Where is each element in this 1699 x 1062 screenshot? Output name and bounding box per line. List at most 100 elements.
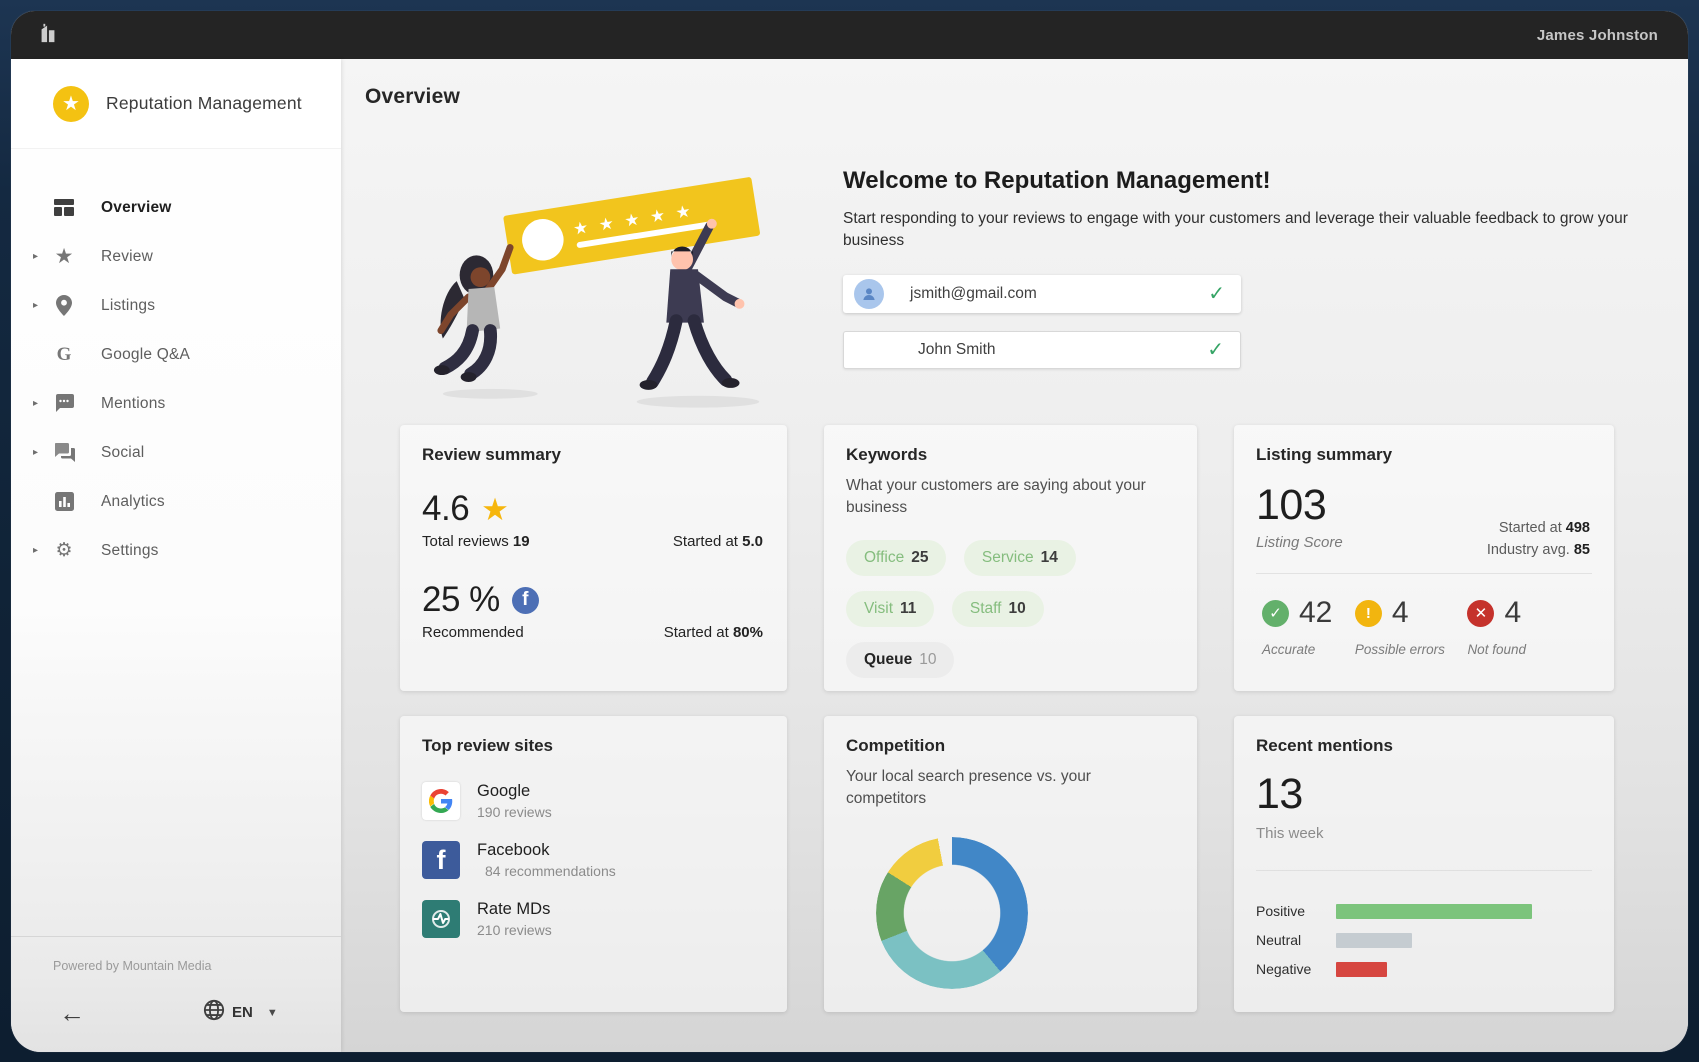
- card-title: Keywords: [846, 445, 1175, 465]
- sidebar-item-review[interactable]: ▸ ★ Review: [11, 232, 341, 281]
- language-selector[interactable]: EN ▼: [203, 999, 278, 1026]
- site-row-google[interactable]: Google 190 reviews: [422, 782, 765, 820]
- topbar: James Johnston: [11, 11, 1688, 59]
- back-button[interactable]: ←: [59, 1000, 85, 1026]
- email-value: jsmith@gmail.com: [910, 285, 1037, 303]
- rating-started-at: Started at 5.0: [673, 533, 763, 550]
- globe-icon: [203, 999, 225, 1026]
- star-icon: ★: [481, 494, 509, 525]
- sidebar-item-label: Listings: [101, 297, 155, 315]
- email-row[interactable]: jsmith@gmail.com ✓: [843, 275, 1241, 313]
- name-row[interactable]: John Smith ✓: [843, 331, 1241, 369]
- expand-caret: ▸: [33, 251, 51, 262]
- app-window: James Johnston ★ Reputation Management ▸…: [11, 11, 1688, 1052]
- sidebar-item-google-qa[interactable]: ▸ G Google Q&A: [11, 330, 341, 379]
- site-row-ratemds[interactable]: Rate MDs 210 reviews: [422, 900, 765, 938]
- card-title: Competition: [846, 736, 1175, 756]
- sidebar-item-analytics[interactable]: ▸ Analytics: [11, 477, 341, 526]
- sentiment-bar-positive: Positive: [1256, 903, 1532, 919]
- keyword-chip[interactable]: Queue10: [846, 642, 954, 678]
- mentions-count: 13: [1256, 770, 1592, 819]
- sidebar-item-overview[interactable]: ▸ Overview: [11, 183, 341, 232]
- listing-summary-card: Listing summary 103 Listing Score Starte…: [1234, 425, 1614, 691]
- sidebar-item-label: Google Q&A: [101, 346, 190, 364]
- dashboard-icon: [51, 199, 77, 216]
- sidebar-item-label: Social: [101, 444, 144, 462]
- page-title: Overview: [365, 85, 460, 109]
- check-icon: ✓: [1208, 281, 1225, 306]
- sidebar-item-settings[interactable]: ▸ ⚙ Settings: [11, 526, 341, 575]
- card-title: Review summary: [422, 445, 765, 465]
- facebook-icon: f: [512, 587, 539, 614]
- review-summary-card: Review summary 4.6 ★ Total reviews 19 St…: [400, 425, 787, 691]
- user-menu[interactable]: James Johnston: [1537, 27, 1658, 44]
- expand-caret: ▸: [33, 398, 51, 409]
- pin-icon: [51, 295, 77, 316]
- bar-chart-icon: [51, 492, 77, 511]
- card-title: Top review sites: [422, 736, 765, 756]
- divider: [1256, 870, 1592, 871]
- main-content: Overview ★★★★★: [341, 59, 1688, 1052]
- welcome-subtitle: Start responding to your reviews to enga…: [843, 208, 1633, 253]
- top-review-sites-card: Top review sites Google 190 reviews: [400, 716, 787, 1012]
- stat-accurate: ✓42 Accurate: [1262, 596, 1332, 657]
- sidebar-item-label: Settings: [101, 542, 159, 560]
- facebook-icon: f: [422, 841, 460, 879]
- powered-by: Powered by Mountain Media: [11, 959, 341, 973]
- sidebar-footer: Powered by Mountain Media ← EN ▼: [11, 936, 341, 1052]
- page-header: Overview: [341, 59, 1688, 135]
- expand-caret: ▸: [33, 545, 51, 556]
- competition-subtitle: Your local search presence vs. your comp…: [846, 766, 1175, 809]
- cards-grid: Review summary 4.6 ★ Total reviews 19 St…: [400, 425, 1628, 1012]
- check-icon: ✓: [1207, 337, 1224, 362]
- chevron-down-icon: ▼: [267, 1007, 278, 1019]
- competition-donut-chart: [876, 837, 1028, 989]
- competition-card: Competition Your local search presence v…: [824, 716, 1197, 1012]
- recommended-started-at: Started at 80%: [664, 624, 763, 641]
- site-row-facebook[interactable]: f Facebook 84 recommendations: [422, 841, 765, 879]
- keyword-chip[interactable]: Staff10: [952, 591, 1044, 627]
- exclamation-circle-icon: !: [1355, 600, 1382, 627]
- total-reviews: Total reviews 19: [422, 533, 530, 550]
- sidebar-item-label: Review: [101, 248, 153, 266]
- sidebar-nav: ▸ Overview ▸ ★ Review ▸ Listings: [11, 149, 341, 575]
- building-icon: [37, 22, 59, 49]
- brand: ★ Reputation Management: [11, 59, 341, 149]
- sidebar: ★ Reputation Management ▸ Overview ▸ ★ R…: [11, 59, 341, 1052]
- sidebar-item-label: Analytics: [101, 493, 165, 511]
- sidebar-item-listings[interactable]: ▸ Listings: [11, 281, 341, 330]
- keyword-chip[interactable]: Office25: [846, 540, 946, 576]
- star-icon: ★: [51, 244, 77, 269]
- keyword-chip[interactable]: Service14: [964, 540, 1076, 576]
- gear-icon: ⚙: [51, 539, 77, 562]
- keyword-chip[interactable]: Visit11: [846, 591, 934, 627]
- sidebar-item-social[interactable]: ▸ Social: [11, 428, 341, 477]
- sidebar-item-label: Overview: [101, 199, 172, 217]
- check-circle-icon: ✓: [1262, 600, 1289, 627]
- google-icon: [422, 782, 460, 820]
- ratemds-icon: [422, 900, 460, 938]
- card-title: Recent mentions: [1256, 736, 1592, 756]
- keywords-card: Keywords What your customers are saying …: [824, 425, 1197, 691]
- recommended-label: Recommended: [422, 624, 524, 641]
- review-banner-illustration: ★★★★★: [429, 163, 785, 415]
- avatar: [854, 279, 884, 309]
- language-code: EN: [232, 1004, 253, 1021]
- sentiment-bars: Positive Neutral Negative: [1256, 903, 1592, 977]
- recommended-pct: 25 %: [422, 580, 500, 620]
- sentiment-bar-neutral: Neutral: [1256, 932, 1532, 948]
- recent-mentions-card: Recent mentions 13 This week Positive Ne…: [1234, 716, 1614, 1012]
- sidebar-item-mentions[interactable]: ▸ Mentions: [11, 379, 341, 428]
- google-g-icon: G: [51, 344, 77, 366]
- welcome-section: ★★★★★: [341, 135, 1688, 415]
- sidebar-item-label: Mentions: [101, 395, 166, 413]
- x-circle-icon: ✕: [1467, 600, 1494, 627]
- welcome-title: Welcome to Reputation Management!: [843, 167, 1663, 195]
- listing-benchmarks: Started at 498 Industry avg. 85: [1487, 517, 1590, 562]
- star-logo-icon: ★: [53, 86, 89, 122]
- rating-value: 4.6: [422, 489, 469, 529]
- expand-caret: ▸: [33, 300, 51, 311]
- chat-icon: [51, 443, 77, 462]
- expand-caret: ▸: [33, 447, 51, 458]
- name-value: John Smith: [918, 341, 996, 359]
